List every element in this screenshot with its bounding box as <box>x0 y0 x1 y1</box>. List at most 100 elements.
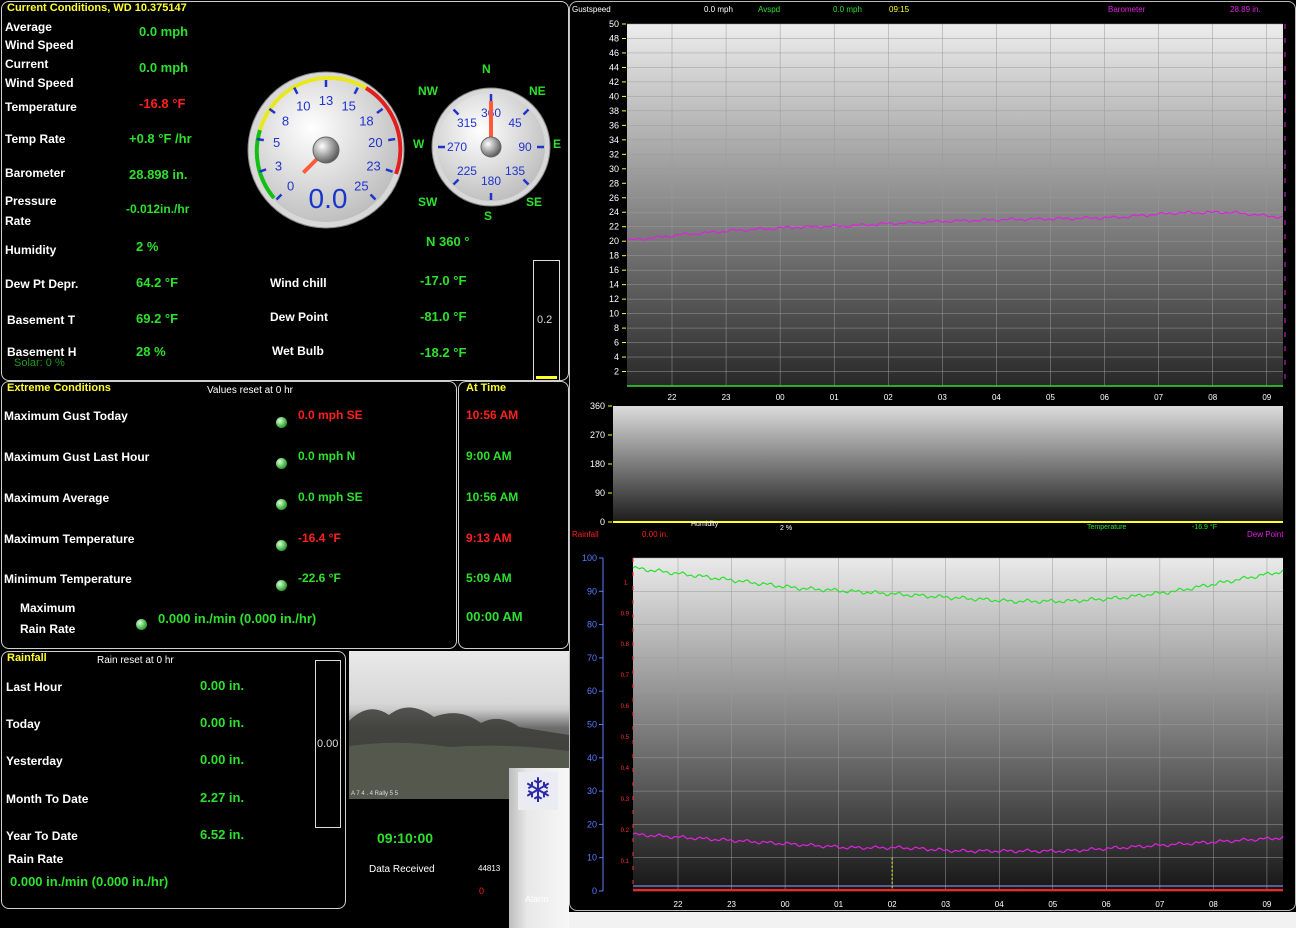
chart3-x-tick: 02 <box>888 900 897 909</box>
rain-bar-value: 0.00 <box>317 738 339 750</box>
extreme-row-value: 0.0 mph N <box>298 449 356 463</box>
chart3-x-tick: 05 <box>1048 900 1057 909</box>
chart1-legend-label: 09:15 <box>889 5 910 14</box>
extreme-row-indicator <box>276 540 287 551</box>
speed-gauge-tick <box>256 137 264 142</box>
current-wind-speed-value: 0.0 mph <box>139 60 189 75</box>
current-wind-speed-label-2: Wind Speed <box>5 76 74 90</box>
chart3-rain-tick: 0.4 <box>621 766 630 772</box>
chart1-legend-label: Gustspeed <box>572 5 611 14</box>
chart1-y-tick: 20 <box>609 236 619 246</box>
chart1-y-tick: 36 <box>609 120 619 130</box>
speed-gauge-tick <box>388 137 396 142</box>
chart3-rain-tick: 0.5 <box>621 735 630 741</box>
chart1-x-tick: 02 <box>884 393 893 400</box>
speed-gauge-tick-label: 18 <box>359 114 373 129</box>
chart1-y-tick: 12 <box>609 294 619 304</box>
speed-gauge-tick-label: 10 <box>296 98 310 113</box>
chart1-y-tick: 8 <box>614 323 619 333</box>
webcam-caption: A 7 4 . 4 Rally 5 5 <box>351 791 399 797</box>
chart3-x-tick: 23 <box>727 900 736 909</box>
chart3-y-tick: 70 <box>587 653 597 663</box>
chart1-x-tick: 01 <box>830 393 839 400</box>
wind-speed-gauge: 03 58 10 13 15 18 20 23 25 0.0 <box>247 71 405 229</box>
wind-barometer-chart: 2468101214161820222426283032343638404244… <box>572 5 1286 400</box>
chart2-y-tick: 270 <box>590 430 605 440</box>
chart1-y-tick: 40 <box>609 91 619 101</box>
direction-gauge-tick-label: 45 <box>508 116 522 130</box>
compass-s: S <box>484 209 493 223</box>
chart1-x-tick: 04 <box>992 393 1001 400</box>
chart1-y-tick: 4 <box>614 352 619 362</box>
rainfall-reset-note: Rain reset at 0 hr <box>97 655 174 666</box>
direction-gauge-tick-label: 270 <box>447 140 467 154</box>
chart3-x-tick: 22 <box>674 900 683 909</box>
chart3-y-tick: 50 <box>587 720 597 730</box>
chart3-x-tick: 07 <box>1155 900 1164 909</box>
chart3-y-tick: 80 <box>587 620 597 630</box>
current-wind-speed-label: Current <box>5 57 49 71</box>
chart2-y-tick: 180 <box>590 459 605 469</box>
speed-gauge-tick-label: 23 <box>366 158 380 173</box>
chart3-y-tick: 40 <box>587 753 597 763</box>
chart3-y-tick: 100 <box>582 553 597 563</box>
chart1-legend-value: 28.89 in. <box>1230 5 1261 14</box>
chart3-rain-tick: 0.1 <box>621 859 630 865</box>
dew-point-label: Dew Point <box>270 310 329 324</box>
chart3-y-tick: 20 <box>587 819 597 829</box>
chart1-y-tick: 32 <box>609 149 619 159</box>
direction-gauge-tick-label: 225 <box>457 164 477 178</box>
chart3-x-tick: 06 <box>1102 900 1111 909</box>
extreme-row-label: Maximum Gust Last Hour <box>4 450 150 464</box>
chart3-legend-value: 0.00 in. <box>642 530 668 539</box>
extreme-row-time: 10:56 AM <box>466 490 519 504</box>
chart1-y-tick: 10 <box>609 309 619 319</box>
chart3-rain-tick: 1. <box>624 580 629 586</box>
solar-bar: 0.2 <box>533 260 560 382</box>
chart3-rain-tick: 0.2 <box>621 828 630 834</box>
wind-direction-readout: N 360 ° <box>426 234 470 249</box>
chart3-rain-tick: 0.8 <box>621 642 630 648</box>
extreme-row-label: Maximum Temperature <box>4 532 135 546</box>
compass-n: N <box>482 62 491 76</box>
alarm-label: Alarm <box>525 894 549 904</box>
chart1-y-tick: 16 <box>609 265 619 275</box>
average-wind-speed-label-2: Wind Speed <box>5 38 74 52</box>
speed-gauge-tick-label: 20 <box>368 135 382 150</box>
chart3-rain-tick: 0.3 <box>621 797 630 803</box>
average-wind-speed-value: 0.0 mph <box>139 24 189 39</box>
chart1-y-tick: 42 <box>609 77 619 87</box>
chart1-y-tick: 46 <box>609 48 619 58</box>
rainfall-panel: Rainfall Rain reset at 0 hr Last Hour 0.0… <box>1 651 346 909</box>
extreme-row-indicator <box>276 499 287 510</box>
chart1-legend-value: 0.0 mph <box>833 5 862 14</box>
basement-t-value: 69.2 °F <box>136 311 179 326</box>
barometer-label: Barometer <box>5 166 66 180</box>
chart1-y-tick: 38 <box>609 106 619 116</box>
chart1-y-tick: 26 <box>609 193 619 203</box>
speed-gauge-tick-label: 3 <box>275 158 282 173</box>
solar-bar-fill <box>536 376 557 379</box>
chart3-rain-tick: 0.7 <box>621 673 630 679</box>
rainfall-row-value: 0.00 in. <box>200 715 245 730</box>
rainfall-row-label: Today <box>6 717 41 731</box>
chart1-x-tick: 00 <box>776 393 785 400</box>
speed-gauge-tick-label: 13 <box>319 93 333 108</box>
chart1-x-tick: 09 <box>1262 393 1271 400</box>
direction-gauge-tick-label: 315 <box>457 116 477 130</box>
speed-gauge-tick-label: 0 <box>287 178 294 193</box>
chart3-y-tick: 10 <box>587 853 597 863</box>
chart3-x-tick: 01 <box>834 900 843 909</box>
wet-bulb-label: Wet Bulb <box>272 344 324 358</box>
bottom-strip <box>569 912 1296 928</box>
chart1-x-tick: 22 <box>668 393 677 400</box>
rainfall-row-value: 2.27 in. <box>200 790 245 805</box>
chart1-x-tick: 07 <box>1154 393 1163 400</box>
data-received-count: 44813 <box>478 864 501 873</box>
compass-w: W <box>413 137 425 151</box>
at-time-title: At Time <box>466 382 507 394</box>
rainfall-row-value: 0.00 in. <box>200 752 245 767</box>
snowflake-icon: ❄ <box>518 772 558 810</box>
alarm-panel[interactable]: ❄ Alarm <box>509 768 569 928</box>
extreme-row-indicator <box>276 458 287 469</box>
